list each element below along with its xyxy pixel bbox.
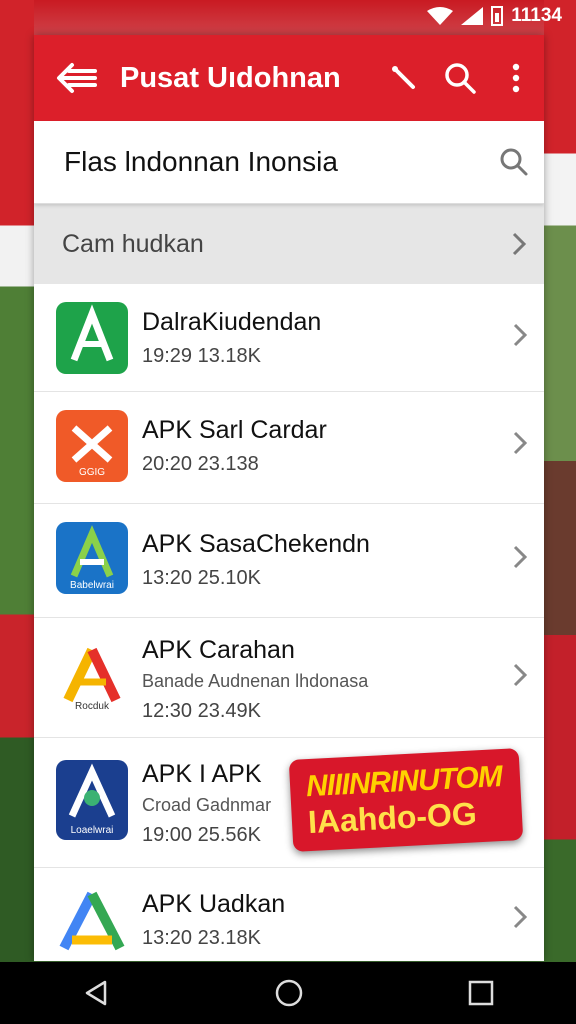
wifi-icon [427,7,454,25]
navy-a-icon: Loaelwrai [56,760,128,840]
chevron-right-icon [513,323,528,347]
icon-caption: GGIG [78,467,106,478]
system-nav-bar [0,962,576,1024]
list-item[interactable]: Rocduk APK Carahan Banade Audnenan lhdon… [34,618,544,738]
search-bar[interactable]: Flas lndonnan Inonsia [34,121,544,204]
red-yellow-a-icon: Rocduk [56,642,128,714]
item-meta: 12:30 23.49K [142,700,261,722]
background-flag-left [0,0,34,1024]
category-header[interactable]: Cam hudkan [34,204,544,284]
item-meta: 19:29 13.18K [142,345,261,367]
item-name: DalraKiudendan [142,308,322,336]
chevron-right-icon [512,232,527,256]
back-button[interactable] [34,35,120,121]
search-icon [500,148,528,176]
nav-home-icon[interactable] [274,978,304,1008]
page-title: Pusat Uıdohnan [120,61,341,94]
status-bar: 11134 [0,0,576,34]
tool-button[interactable] [376,35,432,121]
item-name: APK Carahan [142,636,295,664]
icon-caption: Loaelwrai [70,825,114,836]
status-time: 11134 [511,5,562,26]
item-name: APK I APK [142,760,262,788]
chevron-right-icon [513,905,528,929]
search-field-icon[interactable] [484,147,544,177]
back-arrow-icon [57,63,97,93]
list-item[interactable]: APK Uadkan 13:20 23.18K [34,868,544,961]
chevron-right-icon [513,431,528,455]
category-label: Cam hudkan [62,229,204,258]
green-a-icon [56,302,128,374]
google-a-icon [56,886,128,958]
icon-caption: Rocduk [75,701,109,712]
chevron-right-icon [513,663,528,687]
background-flag-right [544,0,576,1024]
icon-caption: Babelwrai [70,580,114,591]
battery-icon [491,6,504,26]
list-item[interactable]: Babelwrai APK SasaChekendn 13:20 25.10K [34,504,544,618]
wrench-icon [392,66,415,89]
item-name: APK SasaChekendn [142,530,370,558]
item-meta: 13:20 25.10K [142,567,261,589]
app-bar: Pusat Uıdohnan [34,35,544,121]
item-name: APK Uadkan [142,890,286,918]
signal-icon [461,7,484,25]
orange-x-icon: GGIG [56,410,128,482]
more-vert-icon [512,63,520,93]
search-button[interactable] [432,35,488,121]
list-item[interactable]: DalraKiudendan 19:29 13.18K [34,284,544,392]
chevron-right-icon [513,545,528,569]
item-subtitle: Banade Audnenan lhdonasa [142,671,369,691]
promo-badge[interactable]: NIIINRINUTOM IAahdo-OG [288,748,524,852]
overflow-menu-button[interactable] [488,35,544,121]
search-icon [445,63,476,94]
item-subtitle: Croad Gadnmar [142,795,272,815]
list-item[interactable]: GGIG APK Sarl Cardar 20:20 23.138 [34,392,544,504]
item-meta: 13:20 23.18K [142,927,261,949]
nav-back-icon[interactable] [81,978,111,1008]
item-name: APK Sarl Cardar [142,416,327,444]
item-meta: 19:00 25.56K [142,824,261,846]
blue-a-icon: Babelwrai [56,522,128,594]
nav-recents-icon[interactable] [467,979,495,1007]
item-meta: 20:20 23.138 [142,453,259,475]
search-input[interactable]: Flas lndonnan Inonsia [34,146,484,178]
